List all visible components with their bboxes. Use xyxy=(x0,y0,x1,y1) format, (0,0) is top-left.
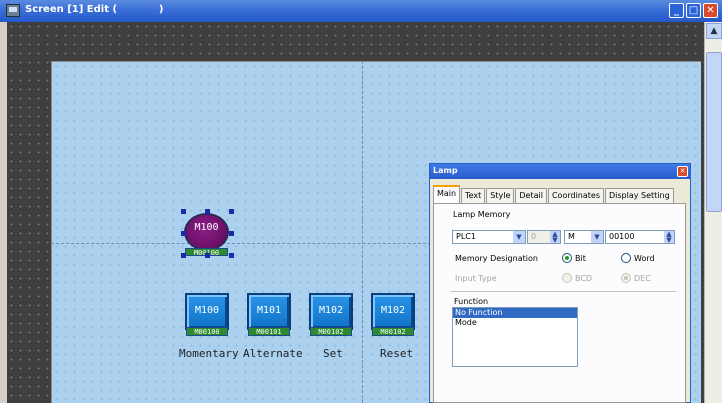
lamp-label: M100 xyxy=(194,222,219,233)
scroll-thumb[interactable] xyxy=(706,52,722,212)
plc-select-value: PLC1 xyxy=(456,232,476,241)
switch-caption-momentary: Momentary xyxy=(179,347,239,360)
switch-address-tag: M00102 xyxy=(310,327,352,336)
radio-word-label: Word xyxy=(634,254,655,263)
chevron-down-icon: ▼ xyxy=(591,231,603,243)
radio-word[interactable] xyxy=(621,253,631,263)
section-divider xyxy=(450,291,676,292)
selection-handle[interactable] xyxy=(229,209,234,214)
device-select[interactable]: M ▼ xyxy=(564,230,604,244)
center-guide-horizontal xyxy=(51,243,431,244)
switch-label: M102 xyxy=(318,305,344,316)
switch-address-tag: M00101 xyxy=(248,327,290,336)
radio-dec xyxy=(621,273,631,283)
dialog-title-bar[interactable]: Lamp ✕ xyxy=(430,164,690,179)
tab-main[interactable]: Main xyxy=(433,185,461,203)
selection-handle[interactable] xyxy=(181,231,186,236)
plc-select[interactable]: PLC1 ▼ xyxy=(452,230,526,244)
station-spinner-value: 0 xyxy=(531,232,537,241)
list-item-mode[interactable]: Mode xyxy=(453,318,577,328)
close-button[interactable]: ✕ xyxy=(703,3,718,18)
dialog-tabs: Main Text Style Detail Coordinates Displ… xyxy=(433,185,675,206)
input-type-label: Input Type xyxy=(455,274,497,283)
switch-label: M102 xyxy=(380,305,406,316)
switch-caption-alternate: Alternate xyxy=(243,347,303,360)
scroll-up-icon[interactable]: ▲ xyxy=(706,23,722,39)
memory-designation-label: Memory Designation xyxy=(455,254,538,263)
spinner-arrows-icon: ▲ ▼ xyxy=(664,231,674,244)
switch-caption-set: Set xyxy=(323,347,343,360)
minimize-button[interactable]: _ xyxy=(669,3,684,18)
switch-address-tag: M00100 xyxy=(186,327,228,336)
selection-handle[interactable] xyxy=(205,253,210,258)
screen-editor-window: Screen [1] Edit ( ) _ □ ✕ ▲ M100 M 00100 … xyxy=(0,0,722,403)
tab-text[interactable]: Text xyxy=(461,188,486,203)
chevron-down-icon: ▼ xyxy=(513,231,525,243)
window-controls: _ □ ✕ xyxy=(669,3,718,18)
radio-bit-label: Bit xyxy=(575,254,586,263)
selection-handle[interactable] xyxy=(229,253,234,258)
switch-alternate[interactable]: M101 M00101 xyxy=(247,293,291,337)
restore-button[interactable]: □ xyxy=(686,3,701,18)
switch-momentary[interactable]: M100 M00100 xyxy=(185,293,229,337)
station-spinner: 0 ▲ ▼ xyxy=(527,230,561,244)
center-guide-vertical xyxy=(362,61,363,403)
vertical-scrollbar[interactable]: ▲ xyxy=(704,22,722,403)
device-select-value: M xyxy=(568,232,575,241)
radio-bcd xyxy=(562,273,572,283)
lamp-dialog: Lamp ✕ Main Text Style Detail Coordinate… xyxy=(429,163,691,403)
switch-label: M100 xyxy=(194,305,220,316)
switch-caption-reset: Reset xyxy=(380,347,414,360)
tab-detail[interactable]: Detail xyxy=(515,188,547,203)
list-item-no-function[interactable]: No Function xyxy=(453,308,577,318)
switch-label: M101 xyxy=(256,305,282,316)
lamp-object[interactable]: M100 M00100 xyxy=(182,212,232,258)
dialog-close-button[interactable]: ✕ xyxy=(677,166,688,177)
tab-style[interactable]: Style xyxy=(486,188,515,203)
function-listbox[interactable]: No Function Mode xyxy=(452,307,578,367)
function-label: Function xyxy=(454,297,489,306)
selection-handle[interactable] xyxy=(229,231,234,236)
address-spinner-value: 00100 xyxy=(609,232,635,241)
switch-reset[interactable]: M102 M00102 xyxy=(371,293,415,337)
selection-handle[interactable] xyxy=(205,209,210,214)
switch-address-tag: M00102 xyxy=(372,327,414,336)
spinner-arrows-icon: ▲ ▼ xyxy=(550,231,560,244)
switch-set[interactable]: M102 M00102 xyxy=(309,293,353,337)
screen-icon xyxy=(6,4,20,17)
radio-bit[interactable] xyxy=(562,253,572,263)
lamp-memory-label: Lamp Memory xyxy=(453,210,511,219)
window-title: Screen [1] Edit ( ) xyxy=(25,4,164,15)
radio-dec-label: DEC xyxy=(634,274,651,283)
dialog-title: Lamp xyxy=(433,166,458,175)
selection-handle[interactable] xyxy=(181,209,186,214)
tab-coordinates[interactable]: Coordinates xyxy=(547,188,604,203)
radio-bcd-label: BCD xyxy=(575,274,593,283)
title-bar[interactable]: Screen [1] Edit ( ) _ □ ✕ xyxy=(0,0,722,22)
selection-handle[interactable] xyxy=(181,253,186,258)
address-spinner[interactable]: 00100 ▲ ▼ xyxy=(605,230,675,244)
tab-display-setting[interactable]: Display Setting xyxy=(605,188,674,203)
